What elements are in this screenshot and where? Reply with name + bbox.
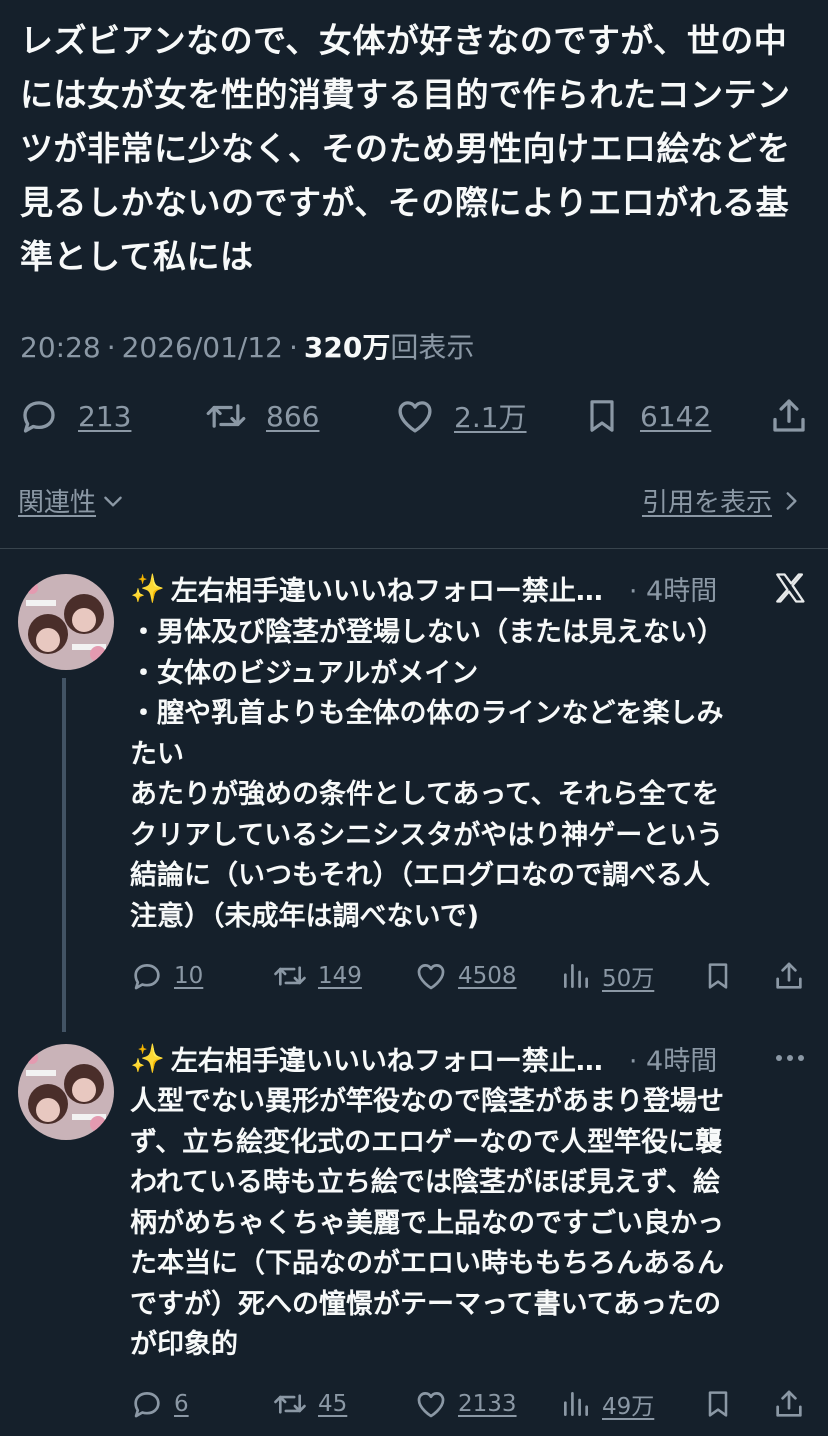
repost-button[interactable]: 866 [204,394,319,438]
repost-icon [274,1394,306,1414]
sparkles-icon: ✨ [130,571,165,605]
like-button[interactable]: 4508 [414,954,517,998]
repost-icon [274,966,306,986]
bookmark-button[interactable] [702,954,734,998]
avatar-image [18,1044,114,1140]
share-button[interactable] [772,954,806,998]
repost-count: 45 [318,1391,348,1417]
bookmark-icon [708,1391,728,1417]
share-button[interactable] [768,394,810,438]
reply-action-bar: 10 149 4508 50万 [0,954,828,998]
like-icon [417,964,445,990]
bookmark-icon [590,400,614,432]
reply-text: 人型でない異形が竿役なので陰茎があまり登場せ ず、立ち絵変化式のエロゲーなので人… [130,1086,724,1360]
author-name[interactable]: 左右相手違いいいねフォロー禁止… [171,1039,623,1078]
reply-count: 213 [78,399,132,433]
share-icon [776,1390,802,1417]
avatar-image [18,574,114,670]
reply-time[interactable]: · 4時間 [629,1039,717,1078]
tweet-links-row: 関連性 引用を表示 [0,482,828,522]
separator-dot: · [106,331,116,364]
repost-count: 866 [266,399,320,433]
repost-button[interactable]: 45 [272,1382,347,1426]
bookmark-button[interactable] [702,1382,734,1426]
reply-button[interactable]: 6 [130,1382,189,1426]
repost-icon [206,404,246,428]
chevron-right-icon [786,491,797,510]
repost-count: 149 [318,963,362,989]
separator-dot: · [289,331,298,364]
view-quotes-label: 引用を表示 [641,488,772,518]
like-icon [417,1392,445,1418]
like-count: 2.1万 [454,401,527,434]
reply-button[interactable]: 10 [130,954,203,998]
share-icon [773,399,805,432]
reply-icon [134,1392,160,1418]
x-logo-glyph [776,573,805,603]
divider [0,548,828,549]
bookmark-icon [708,963,728,989]
reply-text: ・男体及び陰茎が登場しない（または見えない） ・女体のビジュアルがメイン ・膣や… [130,617,724,932]
repost-button[interactable]: 149 [272,954,362,998]
more-icon[interactable] [770,1038,810,1078]
tweet-meta: 20:28 · 2026/01/12 · 320万回表示 [20,326,474,366]
tweet-action-bar: 213 866 2.1万 6142 [0,394,828,438]
views-icon [564,1392,588,1416]
tweet-views-count: 320万 [303,331,391,364]
sparkles-icon: ✨ [130,1041,165,1075]
views-button[interactable]: 49万 [560,1382,654,1426]
chevron-down-icon [104,496,122,507]
bookmark-button[interactable]: 6142 [582,394,711,438]
reply-header: ✨ 左右相手違いいいねフォロー禁止… · 4時間 [130,568,717,608]
avatar[interactable] [18,1044,114,1140]
like-count: 4508 [458,963,517,989]
reply-time[interactable]: · 4時間 [629,569,717,608]
views-count: 50万 [602,966,655,992]
author-name[interactable]: 左右相手違いいいねフォロー禁止… [171,569,623,608]
share-icon [776,962,802,989]
reply-action-bar: 6 45 2133 49万 [0,1382,828,1426]
more-glyph [776,1055,804,1061]
x-logo-icon[interactable] [770,568,810,608]
bookmark-count: 6142 [640,399,712,433]
views-icon [564,964,588,988]
sort-relevance-button[interactable]: 関連性 [18,482,126,519]
views-count: 49万 [602,1394,655,1420]
sort-relevance-label: 関連性 [18,488,97,518]
views-button[interactable]: 50万 [560,954,654,998]
reply-icon [134,964,160,990]
like-count: 2133 [458,1391,517,1417]
reply-icon [23,401,55,433]
tweet-text: レズビアンなので、女体が好きなのですが、世の中 には女が女を性的消費する目的で作… [20,21,791,276]
reply-count: 6 [174,1391,189,1417]
reply-header: ✨ 左右相手違いいいねフォロー禁止… · 4時間 [130,1038,717,1078]
reply-button[interactable]: 213 [18,394,131,438]
view-quotes-link[interactable]: 引用を表示 [642,482,804,519]
like-button[interactable]: 2.1万 [394,394,527,438]
like-button[interactable]: 2133 [414,1382,517,1426]
share-button[interactable] [772,1382,806,1426]
avatar[interactable] [18,574,114,670]
tweet-date[interactable]: 2026/01/12 [122,331,283,364]
tweet-time[interactable]: 20:28 [20,331,101,364]
reply-count: 10 [174,963,204,989]
like-icon [398,401,432,433]
tweet-views-label: 回表示 [390,331,475,364]
